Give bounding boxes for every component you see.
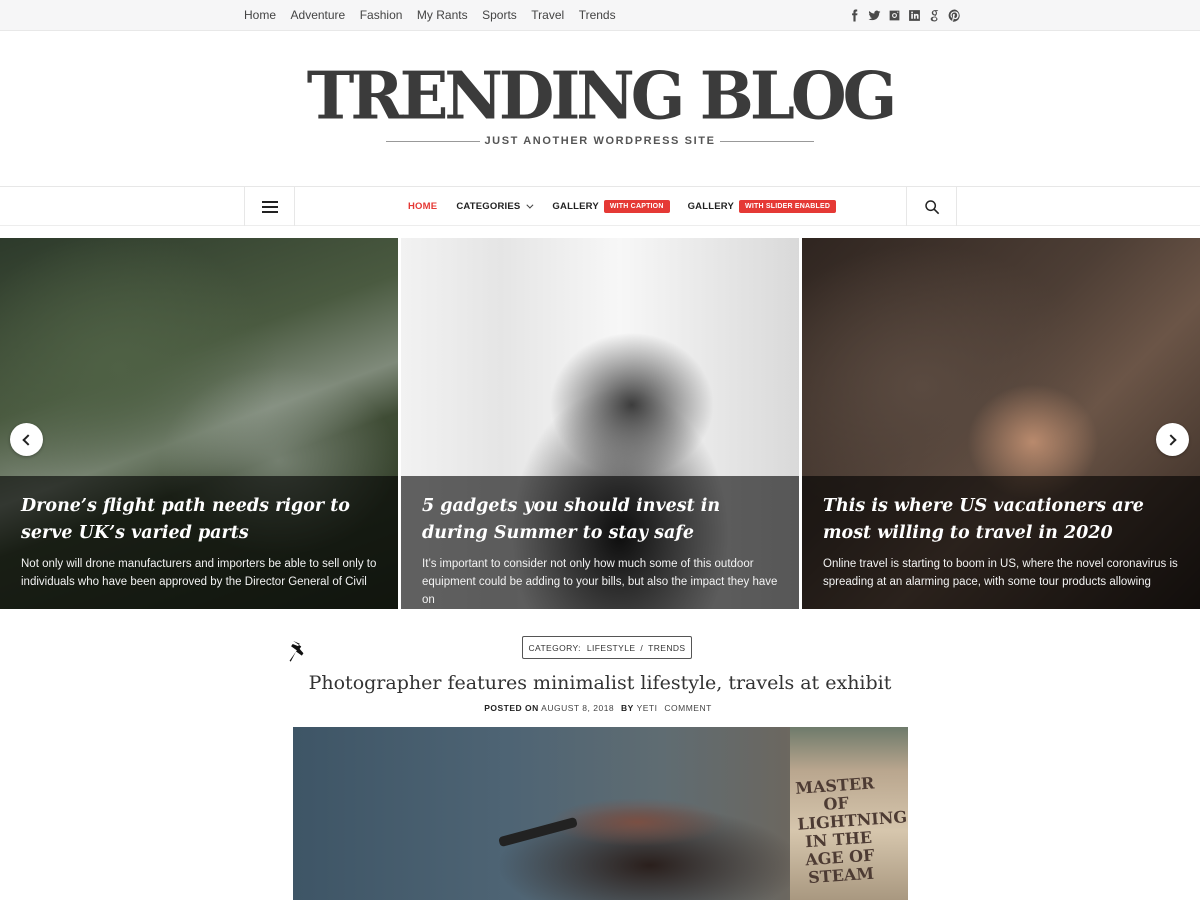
top-menu-sports[interactable]: Sports	[482, 8, 517, 22]
poster-text: MASTER OF LIGHTNING IN THE AGE OF STEAM	[794, 773, 908, 888]
post-author[interactable]: YETI	[637, 703, 658, 713]
nav-home[interactable]: HOME	[408, 201, 437, 212]
post-categories: CATEGORY: LIFESTYLE / TRENDS	[522, 636, 692, 659]
top-menu-fashion[interactable]: Fashion	[360, 8, 403, 22]
linkedin-icon[interactable]	[908, 6, 921, 24]
pinterest-icon[interactable]	[948, 6, 961, 24]
hamburger-icon	[261, 200, 278, 213]
main-nav: HOME CATEGORIES GALLERY WITH CAPTION GALL…	[0, 186, 1200, 226]
top-menu-adventure[interactable]: Adventure	[291, 8, 346, 22]
slide-caption: Drone’s flight path needs rigor to serve…	[0, 476, 398, 609]
nav-badge: WITH SLIDER ENABLED	[739, 200, 837, 213]
tagline-block: JUST ANOTHER WORDPRESS SITE	[386, 135, 814, 149]
category-separator: /	[640, 642, 644, 653]
slide-excerpt: It’s important to consider not only how …	[422, 558, 778, 606]
top-menu-my-rants[interactable]: My Rants	[417, 8, 468, 22]
post-date[interactable]: AUGUST 8, 2018	[541, 703, 614, 713]
nav-gallery-caption[interactable]: GALLERY WITH CAPTION	[552, 200, 670, 213]
google-plus-icon[interactable]	[928, 6, 941, 24]
poster: MASTER OF LIGHTNING IN THE AGE OF STEAM	[790, 727, 908, 900]
nav-gallery-slider[interactable]: GALLERY WITH SLIDER ENABLED	[688, 200, 837, 213]
category-link-trends[interactable]: TRENDS	[648, 643, 685, 653]
slide[interactable]: Drone’s flight path needs rigor to serve…	[0, 238, 398, 609]
comment-link[interactable]: COMMENT	[664, 703, 711, 713]
chevron-right-icon	[1165, 433, 1177, 446]
chevron-left-icon	[22, 433, 34, 446]
featured-slider: Drone’s flight path needs rigor to serve…	[0, 238, 1200, 609]
pushpin-icon	[289, 640, 304, 662]
slide-title[interactable]: 5 gadgets you should invest in during Su…	[422, 493, 779, 547]
posted-on-label: POSTED ON	[484, 703, 539, 713]
slide-title[interactable]: This is where US vacationers are most wi…	[823, 493, 1180, 547]
main-menu: HOME CATEGORIES GALLERY WITH CAPTION GALL…	[408, 187, 837, 226]
site-title[interactable]: TRENDING BLOG	[0, 58, 1200, 135]
social-links	[848, 6, 961, 24]
nav-home-label: HOME	[408, 201, 438, 212]
nav-badge: WITH CAPTION	[603, 200, 670, 213]
slide-excerpt: Not only will drone manufacturers and im…	[21, 558, 377, 588]
slide[interactable]: This is where US vacationers are most wi…	[802, 238, 1200, 609]
instagram-icon[interactable]	[888, 6, 901, 24]
category-link-lifestyle[interactable]: LIFESTYLE	[587, 643, 635, 653]
top-bar: Home Adventure Fashion My Rants Sports T…	[0, 0, 1200, 31]
slide-caption: This is where US vacationers are most wi…	[802, 476, 1200, 609]
site-header: TRENDING BLOG JUST ANOTHER WORDPRESS SIT…	[0, 31, 1200, 186]
facebook-icon[interactable]	[848, 6, 861, 24]
slider-prev-button[interactable]	[10, 423, 43, 456]
nav-gallery-label: GALLERY	[552, 201, 599, 212]
search-icon	[924, 199, 939, 214]
nav-categories-label: CATEGORIES	[456, 201, 521, 212]
tagline-divider-right	[720, 141, 814, 142]
slide[interactable]: 5 gadgets you should invest in during Su…	[401, 238, 799, 609]
post-featured-image[interactable]: MASTER OF LIGHTNING IN THE AGE OF STEAM	[293, 727, 908, 900]
post-title[interactable]: Photographer features minimalist lifesty…	[0, 672, 1200, 694]
top-menu: Home Adventure Fashion My Rants Sports T…	[244, 0, 630, 30]
post-meta: POSTED ON AUGUST 8, 2018 BY YETI COMMENT	[0, 703, 1200, 713]
twitter-icon[interactable]	[868, 6, 881, 24]
by-label: BY	[621, 703, 634, 713]
nav-categories[interactable]: CATEGORIES	[456, 201, 534, 212]
slide-excerpt: Online travel is starting to boom in US,…	[823, 558, 1178, 588]
slider-next-button[interactable]	[1156, 423, 1189, 456]
top-menu-trends[interactable]: Trends	[579, 8, 616, 22]
search-button[interactable]	[906, 187, 957, 226]
slide-title[interactable]: Drone’s flight path needs rigor to serve…	[21, 493, 378, 547]
top-menu-travel[interactable]: Travel	[531, 8, 564, 22]
nav-gallery-label: GALLERY	[687, 201, 735, 212]
microphone-shape	[498, 816, 578, 848]
top-menu-home[interactable]: Home	[244, 8, 276, 22]
slide-caption: 5 gadgets you should invest in during Su…	[401, 476, 799, 609]
chevron-down-icon	[526, 201, 534, 209]
category-label: CATEGORY:	[528, 642, 581, 653]
menu-toggle-button[interactable]	[244, 187, 295, 226]
